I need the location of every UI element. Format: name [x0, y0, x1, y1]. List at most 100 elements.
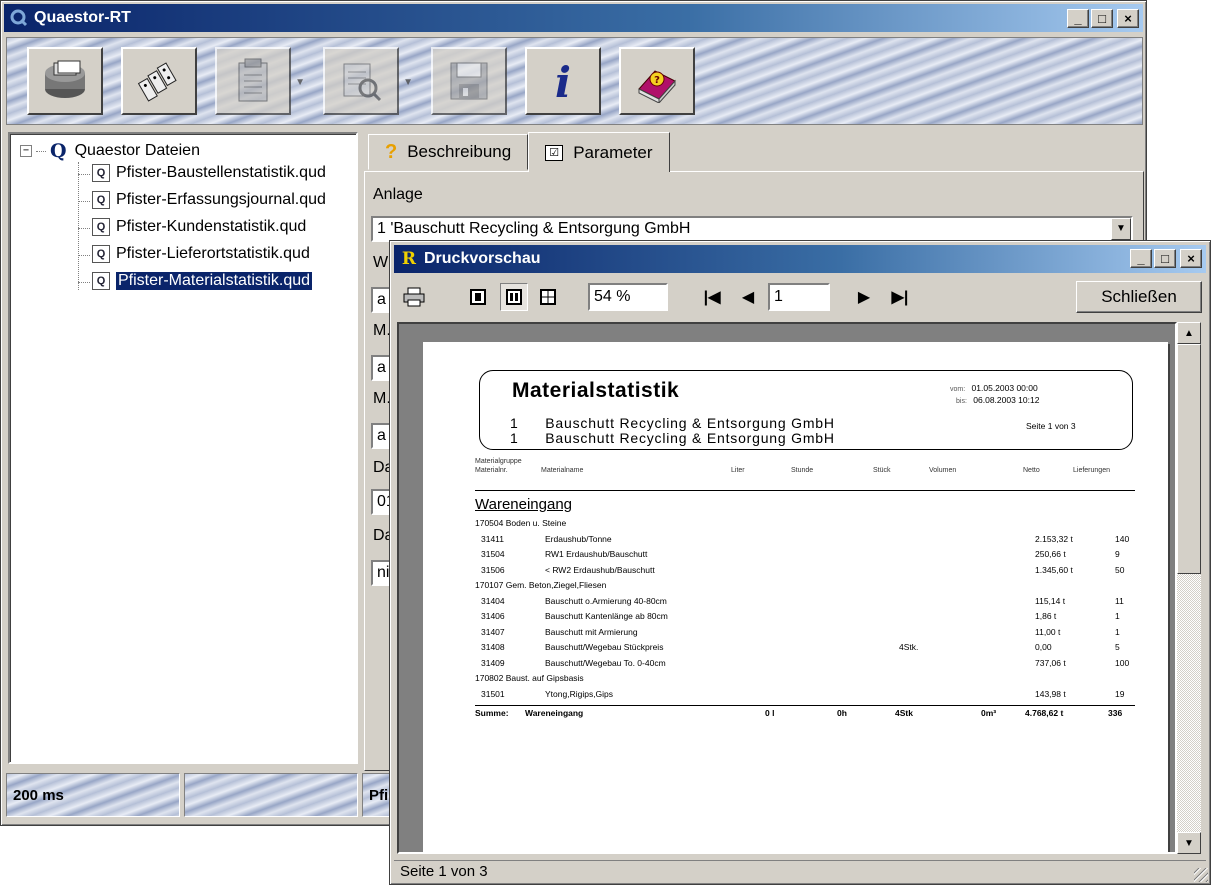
- tree-root[interactable]: − Q Quaestor Dateien: [20, 140, 200, 162]
- next-page-button[interactable]: ▶: [850, 283, 878, 311]
- von-value: 01.05.2003 00:00: [971, 383, 1038, 393]
- svg-text:?: ?: [654, 75, 660, 86]
- material-netto: 737,06 t: [1035, 657, 1066, 668]
- single-page-view-button[interactable]: [464, 283, 492, 311]
- prev-page-button[interactable]: ◀: [734, 283, 762, 311]
- tree-item-materialstatistik[interactable]: Q Pfister-Materialstatistik.qud: [92, 271, 314, 291]
- tree-connector: [78, 282, 90, 283]
- summary-label: Summe:: [475, 708, 509, 718]
- col-head-volumen: Volumen: [929, 467, 957, 474]
- query-file-icon: Q: [92, 164, 110, 182]
- tree-item-erfassungsjournal[interactable]: Q Pfister-Erfassungsjournal.qud: [92, 191, 326, 209]
- first-page-button[interactable]: |◀: [698, 283, 726, 311]
- tree-connector: [78, 228, 90, 229]
- material-nr: 31407: [481, 626, 505, 637]
- tree-item-lieferortstatistik[interactable]: Q Pfister-Lieferortstatistik.qud: [92, 245, 310, 263]
- status-timing: 200 ms: [6, 773, 180, 817]
- info-button[interactable]: i: [525, 47, 601, 115]
- col-head-netto: Netto: [1023, 467, 1040, 474]
- summary-rule: [475, 705, 1135, 706]
- preview-minimize-button[interactable]: _: [1130, 249, 1152, 268]
- tree-collapse-toggle[interactable]: −: [20, 145, 32, 157]
- material-name: Ytong,Rigips,Gips: [545, 688, 614, 699]
- material-netto: 115,14 t: [1035, 595, 1066, 606]
- preview-close-x-button[interactable]: ×: [1180, 249, 1202, 268]
- material-lieferungen: 100: [1115, 657, 1130, 668]
- subgroup-label: 170802 Baust. auf Gipsbasis: [475, 673, 584, 683]
- material-row: 31409 Bauschutt/Wegebau To. 0-40cm 737,06 …: [475, 658, 1135, 671]
- scroll-up-button[interactable]: ▲: [1177, 322, 1201, 344]
- col-head-liter: Liter: [731, 467, 745, 474]
- anlage-select[interactable]: 1 'Bauschutt Recycling & Entsorgung GmbH…: [371, 216, 1133, 242]
- page-number-input[interactable]: 1: [768, 283, 830, 311]
- material-row: 31506 < RW2 Erdaushub/Bauschutt 1.345,60 t…: [475, 565, 1135, 578]
- multi-page-icon: [540, 289, 556, 305]
- status-cell-2: [184, 773, 358, 817]
- line-num: 1: [510, 430, 519, 446]
- run-query-button[interactable]: [121, 47, 197, 115]
- tree-connector: [78, 255, 90, 256]
- material-nr: 31501: [481, 688, 505, 699]
- material-row: 31501 Ytong,Rigips,Gips 143,98 t 19: [475, 689, 1135, 702]
- preview-titlebar[interactable]: R Druckvorschau _ □ ×: [394, 245, 1206, 273]
- col-head-stueck: Stück: [873, 467, 891, 474]
- summary-liter: 0 l: [765, 708, 775, 718]
- preview-maximize-button[interactable]: □: [1154, 249, 1176, 268]
- summary-volumen: 0m³: [981, 708, 997, 718]
- clipboard-dropdown-arrow[interactable]: ▼: [295, 77, 305, 88]
- material-nr: 31409: [481, 657, 505, 668]
- scroll-down-button[interactable]: ▼: [1177, 832, 1201, 854]
- print-button[interactable]: [400, 283, 428, 311]
- material-lieferungen: 9: [1115, 549, 1120, 559]
- tree-root-label: Quaestor Dateien: [74, 142, 200, 159]
- anlage-dropdown-button[interactable]: ▼: [1111, 218, 1131, 240]
- preview-title-text: Druckvorschau: [424, 250, 541, 267]
- last-page-button[interactable]: ▶|: [886, 283, 914, 311]
- material-nr: 31411: [481, 533, 505, 544]
- subgroup-label: 170107 Gem. Beton,Ziegel,Fliesen: [475, 580, 607, 590]
- help-button[interactable]: ?: [619, 47, 695, 115]
- material-lieferungen: 11: [1115, 595, 1124, 606]
- preview-canvas[interactable]: Materialstatistik 1 Bauschutt Recycling …: [397, 322, 1177, 854]
- main-titlebar[interactable]: Quaestor-RT _ □ ×: [4, 4, 1143, 32]
- zoom-input[interactable]: 54 %: [588, 283, 668, 311]
- group-title: Wareneingang: [475, 496, 573, 513]
- report-bis: bis: 06.08.2003 10:12: [956, 395, 1039, 405]
- maximize-button[interactable]: □: [1091, 9, 1113, 28]
- material-row: 31406 Bauschutt Kantenlänge ab 80cm 1,86 t…: [475, 611, 1135, 624]
- material-name: < RW2 Erdaushub/Bauschutt: [545, 564, 655, 575]
- preview-dropdown-arrow[interactable]: ▼: [403, 77, 413, 88]
- schliessen-button[interactable]: Schließen: [1076, 281, 1202, 313]
- material-netto: 1,86 t: [1035, 611, 1057, 621]
- tab-beschreibung[interactable]: ? Beschreibung: [368, 134, 529, 170]
- material-netto: 143,98 t: [1035, 688, 1066, 699]
- col-head-group: Materialgruppe: [475, 458, 522, 465]
- tree-item-baustellenstatistik[interactable]: Q Pfister-Baustellenstatistik.qud: [92, 164, 326, 182]
- open-database-button[interactable]: [27, 47, 103, 115]
- close-button[interactable]: ×: [1117, 9, 1139, 28]
- two-page-view-button[interactable]: [500, 283, 528, 311]
- scroll-thumb[interactable]: [1177, 344, 1201, 574]
- material-name: RW1 Erdaushub/Bauschutt: [545, 549, 648, 559]
- multi-page-view-button[interactable]: [534, 283, 562, 311]
- minimize-button[interactable]: _: [1067, 9, 1089, 28]
- print-preview-button[interactable]: ▼: [323, 47, 413, 115]
- report-page: Materialstatistik 1 Bauschutt Recycling …: [423, 342, 1168, 852]
- tree-item-label: Pfister-Kundenstatistik.qud: [116, 218, 307, 235]
- question-icon: ?: [385, 140, 398, 163]
- material-lieferungen: 50: [1115, 564, 1125, 575]
- preview-vertical-scrollbar[interactable]: ▲ ▼: [1177, 322, 1201, 854]
- material-netto: 11,00 t: [1035, 626, 1061, 637]
- material-row: 31408 Bauschutt/Wegebau Stückpreis 4Stk. 0,…: [475, 642, 1135, 655]
- material-name: Bauschutt/Wegebau To. 0-40cm: [545, 657, 666, 668]
- summary-row: Summe: Wareneingang 0 l 0h 4Stk 0m³ 4.76…: [475, 708, 1135, 721]
- info-icon: i: [555, 58, 571, 105]
- tab-parameter[interactable]: ☑ Parameter: [528, 132, 670, 172]
- tree-item-kundenstatistik[interactable]: Q Pfister-Kundenstatistik.qud: [92, 218, 306, 236]
- material-stueck: 4Stk.: [899, 642, 919, 652]
- material-name: Bauschutt Kantenlänge ab 80cm: [545, 611, 668, 621]
- save-button[interactable]: [431, 47, 507, 115]
- clipboard-button[interactable]: ▼: [215, 47, 305, 115]
- tree-item-label: Pfister-Erfassungsjournal.qud: [116, 191, 326, 208]
- resize-grip[interactable]: [1194, 868, 1208, 882]
